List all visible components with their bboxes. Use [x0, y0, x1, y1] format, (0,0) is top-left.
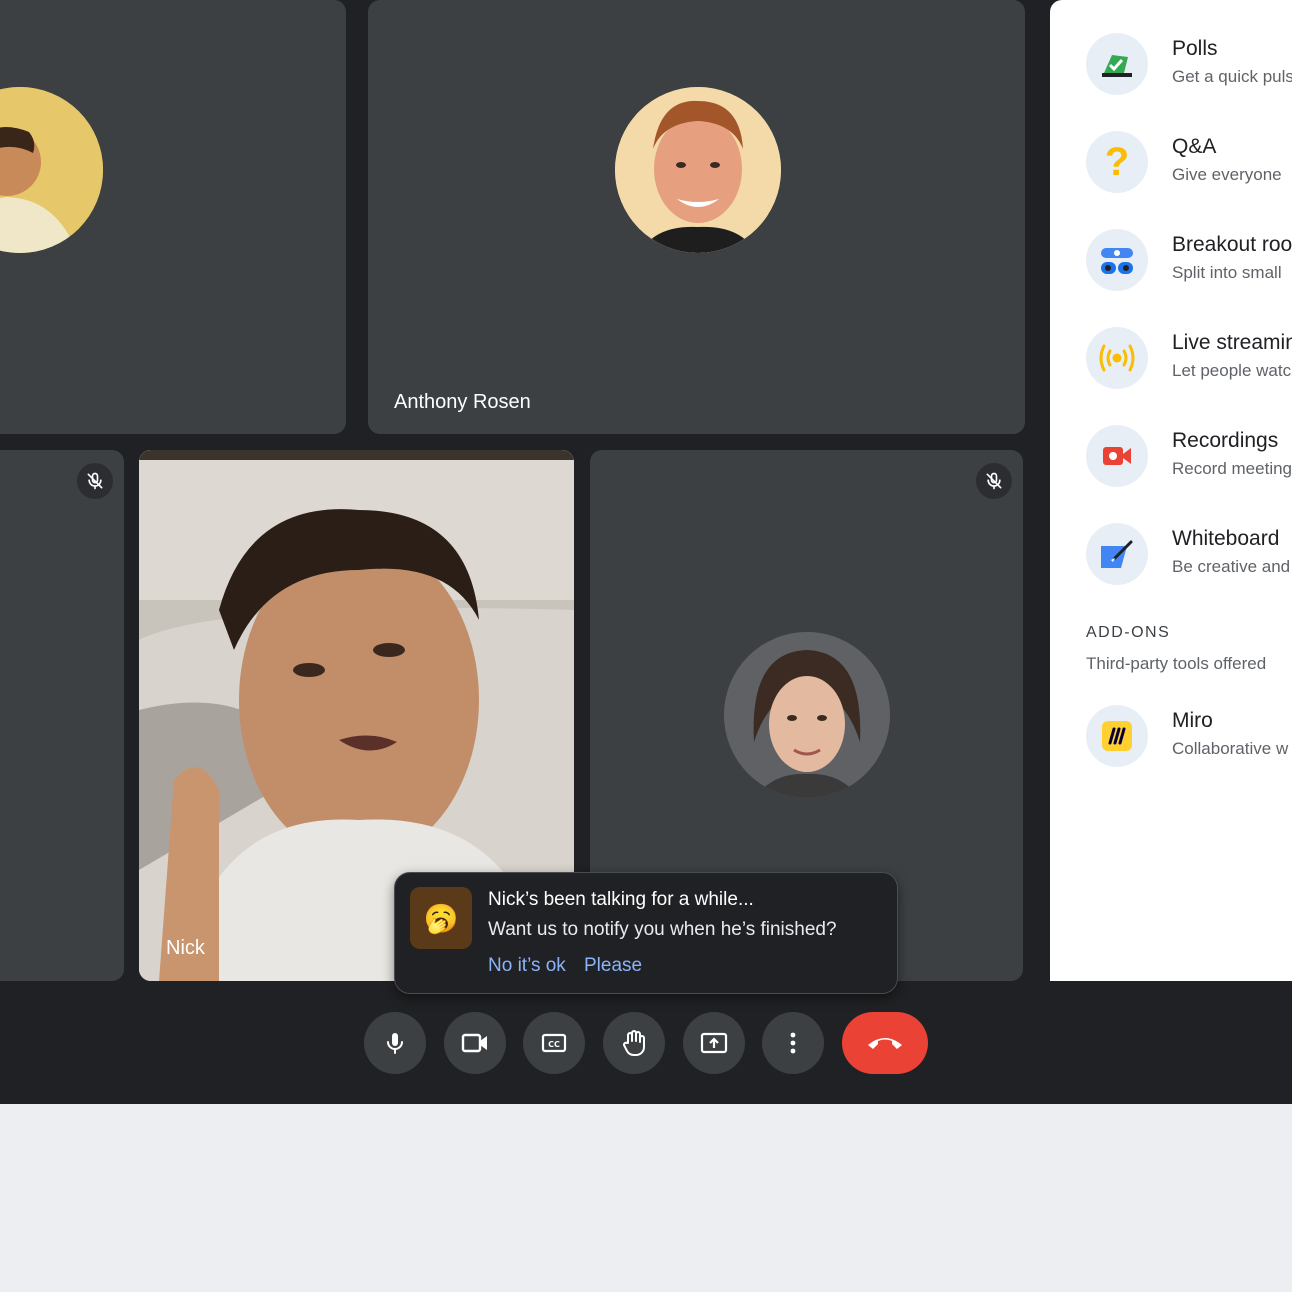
activity-title: Miro	[1172, 709, 1213, 732]
present-button[interactable]	[683, 1012, 745, 1074]
meeting-app: Anthony Rosen Nick Polls Get a quick pul…	[0, 0, 1292, 1292]
dismiss-button[interactable]: No it’s ok	[488, 955, 566, 977]
activity-title: Q&A	[1172, 135, 1217, 158]
more-options-button[interactable]	[762, 1012, 824, 1074]
yawning-face-icon: 🥱	[410, 887, 472, 949]
activity-description: Give everyone	[1172, 165, 1282, 184]
participant-avatar	[724, 632, 890, 798]
live-stream-icon	[1086, 327, 1148, 389]
activity-description: Collaborative w	[1172, 739, 1289, 758]
confirm-notify-button[interactable]: Please	[584, 955, 642, 977]
activity-title: Breakout rooms	[1172, 233, 1292, 256]
participant-name: Nick	[166, 937, 205, 959]
activity-whiteboard[interactable]: Whiteboard Be creative and	[1086, 523, 1292, 587]
question-icon: ?	[1086, 131, 1148, 193]
end-call-icon	[868, 1038, 902, 1049]
camera-icon	[461, 1033, 487, 1053]
raise-hand-button[interactable]	[603, 1012, 665, 1074]
present-icon	[700, 1032, 728, 1054]
participant-name: Anthony Rosen	[394, 391, 531, 413]
talking-notification: 🥱 Nick’s been talking for a while... Wan…	[394, 872, 898, 994]
activity-title: Whiteboard	[1172, 527, 1280, 550]
raise-hand-icon	[623, 1030, 645, 1057]
miro-icon	[1086, 705, 1148, 767]
activity-description: Let people watch	[1172, 361, 1292, 380]
participant-tile[interactable]	[0, 450, 124, 981]
activity-title: Recordings	[1172, 429, 1279, 452]
mic-icon	[387, 1033, 403, 1054]
activity-description: Be creative and	[1172, 557, 1291, 576]
toast-emoji: 🥱	[423, 902, 459, 934]
muted-mic-icon	[77, 463, 113, 499]
activity-qa[interactable]: ? Q&A Give everyone	[1086, 131, 1292, 195]
activity-recordings[interactable]: Recordings Record meeting	[1086, 425, 1292, 489]
activity-description: Split into small	[1172, 263, 1282, 282]
activity-breakout-rooms[interactable]: Breakout rooms Split into small	[1086, 229, 1292, 293]
activity-description: Record meeting	[1172, 459, 1292, 478]
activity-title: Polls	[1172, 37, 1218, 60]
activities-panel: Polls Get a quick pulse ? Q&A Give every…	[1050, 0, 1292, 981]
camera-button[interactable]	[444, 1012, 506, 1074]
activity-title: Live streaming	[1172, 331, 1292, 354]
participant-avatar	[0, 87, 103, 253]
addon-miro[interactable]: Miro Collaborative w	[1086, 705, 1292, 769]
participant-avatar	[615, 87, 781, 253]
notification-message: Want us to notify you when he’s finished…	[488, 919, 837, 940]
participant-tile[interactable]: Anthony Rosen	[368, 0, 1025, 434]
muted-mic-icon	[976, 463, 1012, 499]
mic-button[interactable]	[364, 1012, 426, 1074]
activity-polls[interactable]: Polls Get a quick pulse	[1086, 33, 1292, 97]
notification-title: Nick’s been talking for a while...	[488, 889, 754, 910]
addons-heading: ADD-ONS	[1086, 624, 1171, 641]
end-call-button[interactable]	[842, 1012, 928, 1074]
svg-text:CC: CC	[548, 1040, 560, 1049]
meeting-stage: Anthony Rosen Nick Polls Get a quick pul…	[0, 0, 1292, 1104]
participant-tile[interactable]	[0, 0, 346, 434]
captions-button[interactable]: CC	[523, 1012, 585, 1074]
record-icon	[1086, 425, 1148, 487]
activity-description: Get a quick pulse	[1172, 67, 1292, 86]
more-icon	[790, 1032, 796, 1054]
polls-icon	[1086, 33, 1148, 95]
activity-live-streaming[interactable]: Live streaming Let people watch	[1086, 327, 1292, 391]
whiteboard-icon	[1086, 523, 1148, 585]
breakout-rooms-icon	[1086, 229, 1148, 291]
captions-icon: CC	[541, 1033, 567, 1053]
addons-description: Third-party tools offered	[1086, 654, 1267, 673]
